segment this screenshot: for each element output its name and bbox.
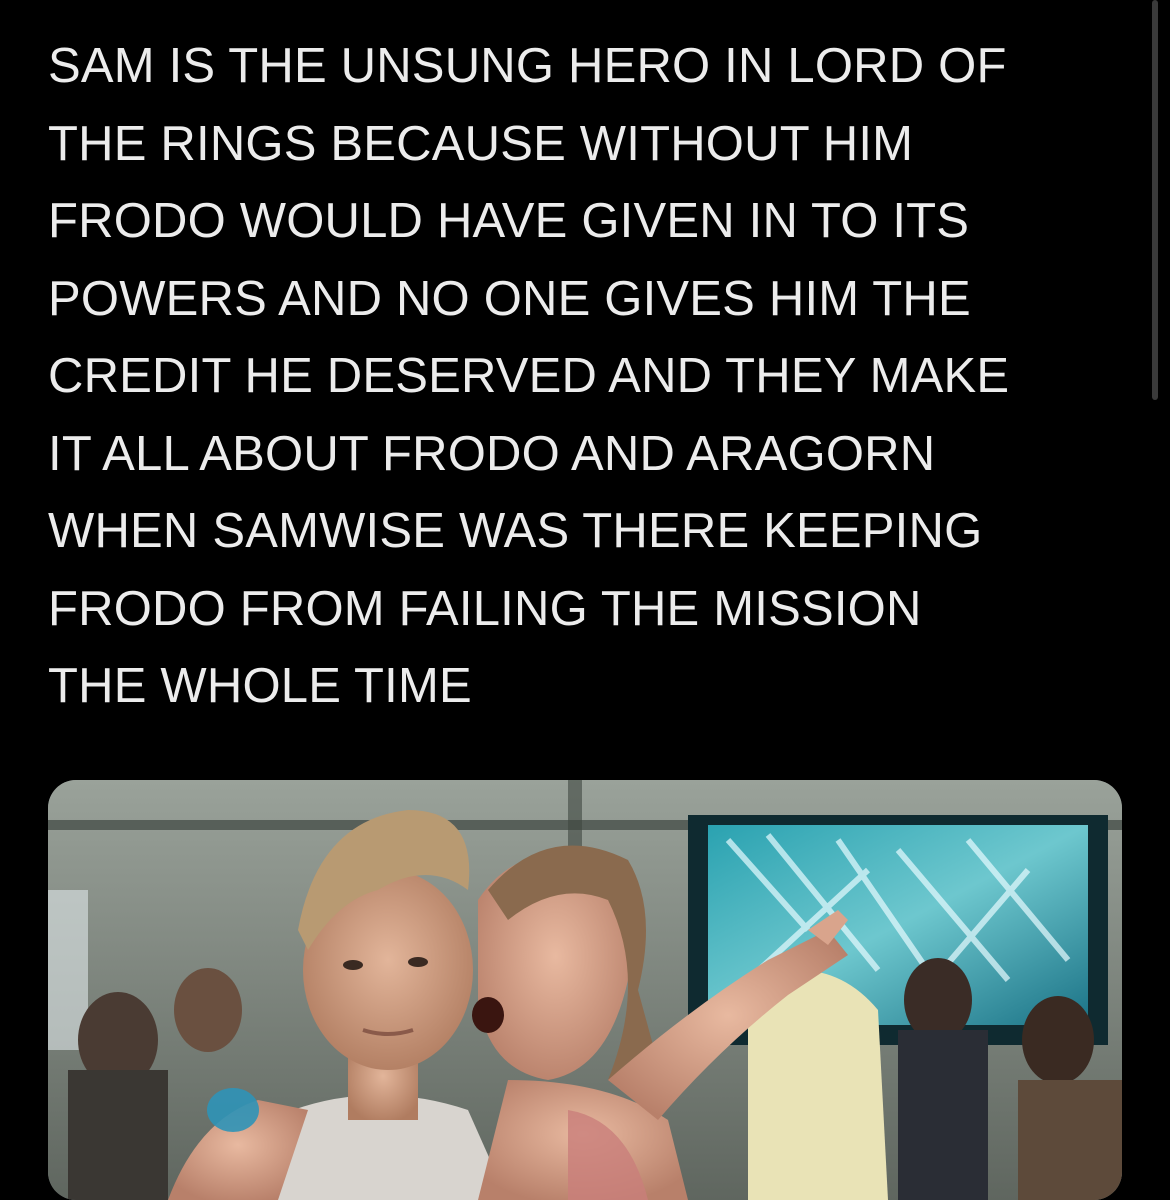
tweet-text-line: THE WHOLE TIME	[48, 659, 472, 713]
tweet-text-line: IT ALL ABOUT FRODO AND ARAGORN	[48, 426, 936, 481]
photo-illustration	[48, 780, 1122, 1200]
scrollbar[interactable]	[1152, 0, 1158, 400]
tweet-text-line: FRODO FROM FAILING THE MISSION	[48, 581, 922, 636]
tweet-text-line: POWERS AND NO ONE GIVES HIM THE	[48, 271, 971, 326]
tweet-text-line: THE RINGS BECAUSE WITHOUT HIM	[48, 116, 914, 171]
tweet-text-line: WHEN SAMWISE WAS THERE KEEPING	[48, 504, 983, 558]
tweet-text-line: CREDIT HE DESERVED AND THEY MAKE	[48, 349, 1010, 403]
tweet-text-line: SAM IS THE UNSUNG HERO IN LORD OF	[48, 39, 1007, 93]
tweet-text: SAM IS THE UNSUNG HERO IN LORD OF THE RI…	[48, 28, 1138, 726]
girl-mouth	[472, 997, 504, 1033]
tweet-text-line: FRODO WOULD HAVE GIVEN IN TO ITS	[48, 194, 970, 248]
tweet-media-photo[interactable]	[48, 780, 1122, 1200]
